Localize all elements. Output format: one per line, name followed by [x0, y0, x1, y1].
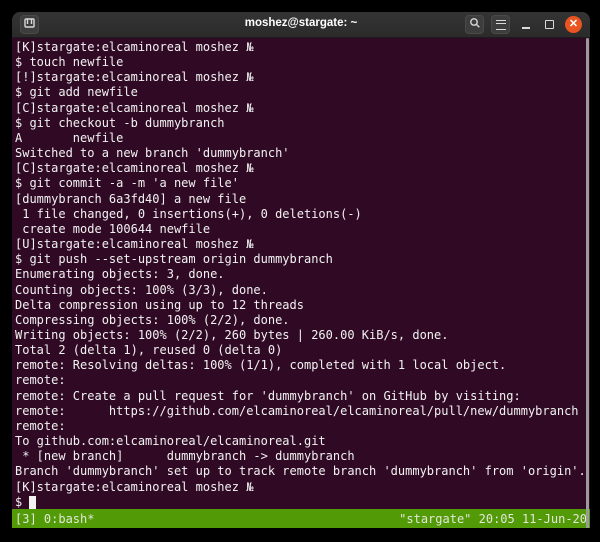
cursor [29, 496, 36, 509]
terminal-line: [C]stargate:elcaminoreal moshez № [15, 101, 590, 116]
terminal-line: [!]stargate:elcaminoreal moshez № [15, 70, 590, 85]
terminal-line: create mode 100644 newfile [15, 222, 590, 237]
tmux-window-list: [3] 0:bash* [15, 509, 94, 528]
close-button[interactable]: ✕ [565, 16, 582, 33]
terminal-line: $ touch newfile [15, 55, 590, 70]
terminal-line: $ git add newfile [15, 85, 590, 100]
terminal-line: [dummybranch 6a3fd40] a new file [15, 192, 590, 207]
prompt-line: $ [15, 495, 590, 510]
terminal-line: Enumerating objects: 3, done. [15, 267, 590, 282]
terminal-line: [K]stargate:elcaminoreal moshez № [15, 480, 590, 495]
terminal-output: [K]stargate:elcaminoreal moshez №$ touch… [12, 38, 590, 511]
terminal-line: $ git commit -a -m 'a new file' [15, 176, 590, 191]
terminal-line: $ git checkout -b dummybranch [15, 116, 590, 131]
hamburger-menu-icon [496, 20, 506, 30]
tmux-status-bar: [3] 0:bash* "stargate" 20:05 11-Jun-20 [12, 509, 590, 528]
menu-button[interactable] [491, 15, 510, 34]
search-button[interactable] [465, 15, 484, 34]
terminal-line: Compressing objects: 100% (2/2), done. [15, 313, 590, 328]
desktop-background: moshez@stargate: ~ [0, 0, 600, 542]
prompt-text: $ [15, 495, 29, 510]
terminal-line: remote: https://github.com/elcaminoreal/… [15, 404, 590, 419]
terminal-line: A newfile [15, 131, 590, 146]
minimize-icon [522, 27, 530, 29]
terminal-line: Writing objects: 100% (2/2), 260 bytes |… [15, 328, 590, 343]
terminal-line: $ git push --set-upstream origin dummybr… [15, 252, 590, 267]
search-icon [469, 17, 481, 32]
terminal-line: Branch 'dummybranch' set up to track rem… [15, 464, 590, 479]
terminal-viewport[interactable]: [K]stargate:elcaminoreal moshez №$ touch… [12, 38, 590, 528]
terminal-line: remote: [15, 373, 590, 388]
terminal-line: Total 2 (delta 1), reused 0 (delta 0) [15, 343, 590, 358]
tmux-status-right: "stargate" 20:05 11-Jun-20 [399, 509, 587, 528]
terminal-line: Delta compression using up to 12 threads [15, 298, 590, 313]
terminal-line: remote: Resolving deltas: 100% (1/1), co… [15, 358, 590, 373]
maximize-icon [545, 20, 554, 29]
scrollbar[interactable] [586, 38, 589, 528]
titlebar[interactable]: moshez@stargate: ~ [12, 12, 590, 38]
new-terminal-button[interactable] [20, 15, 39, 34]
terminal-line: * [new branch] dummybranch -> dummybranc… [15, 449, 590, 464]
terminal-line: [C]stargate:elcaminoreal moshez № [15, 161, 590, 176]
terminal-icon [23, 17, 36, 32]
terminal-line: [K]stargate:elcaminoreal moshez № [15, 40, 590, 55]
terminal-line: Counting objects: 100% (3/3), done. [15, 283, 590, 298]
maximize-button[interactable] [541, 16, 558, 33]
terminal-line: remote: [15, 419, 590, 434]
close-icon: ✕ [565, 16, 582, 33]
terminal-lines: [K]stargate:elcaminoreal moshez №$ touch… [15, 40, 590, 495]
terminal-line: [U]stargate:elcaminoreal moshez № [15, 237, 590, 252]
terminal-line: remote: Create a pull request for 'dummy… [15, 389, 590, 404]
terminal-window: moshez@stargate: ~ [12, 12, 590, 528]
terminal-line: 1 file changed, 0 insertions(+), 0 delet… [15, 207, 590, 222]
terminal-line: To github.com:elcaminoreal/elcaminoreal.… [15, 434, 590, 449]
terminal-line: Switched to a new branch 'dummybranch' [15, 146, 590, 161]
minimize-button[interactable] [517, 16, 534, 33]
